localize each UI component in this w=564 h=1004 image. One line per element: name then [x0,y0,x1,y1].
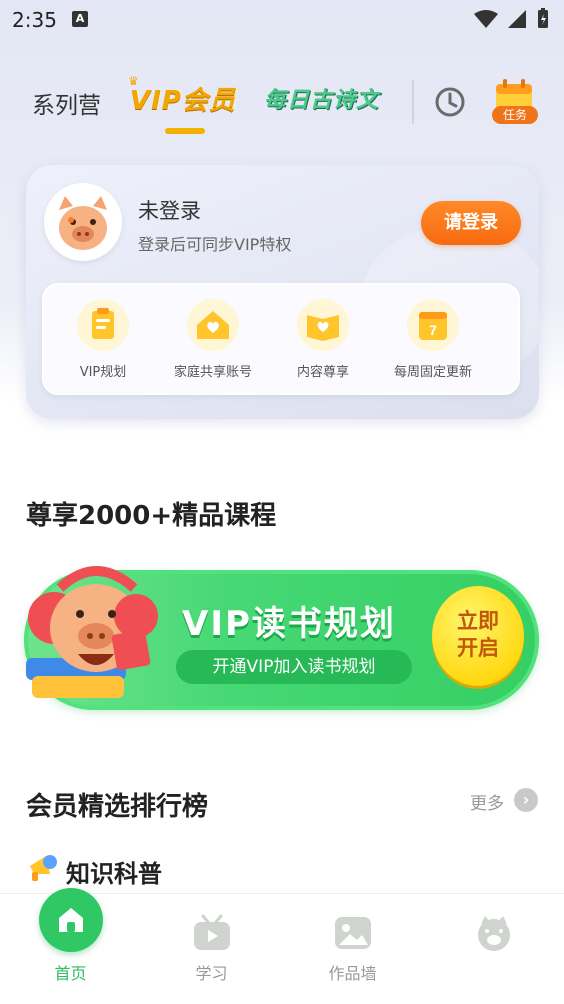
benefit-icon-bg: 7 [407,299,459,351]
house-heart-icon [197,311,229,339]
login-status-title: 未登录 [138,199,201,223]
header-divider [412,80,414,124]
benefit-label: VIP规划 [79,365,127,380]
nav-label: 作品墙 [328,964,377,983]
more-link[interactable]: 更多 › [470,788,542,814]
calendar-icon: 7 [419,312,447,340]
vip-benefits-panel: VIP规划 家庭共享账号 内容尊享 7 每周固定更新 [42,283,520,395]
nav-label: 首页 [54,964,87,983]
banner-open-now-button[interactable]: 立即 开启 [432,586,524,686]
ranking-section-title: 会员精选排行榜 [26,792,209,822]
benefit-label: 每周固定更新 [393,365,472,380]
book-heart-icon [307,315,339,341]
nav-home[interactable]: 首页 [0,888,141,1004]
history-clock-icon[interactable] [432,84,468,120]
benefit-weekly-update[interactable]: 7 每周固定更新 [378,299,488,389]
active-tab-indicator [165,128,205,134]
login-button[interactable]: 请登录 [421,201,521,245]
chevron-right-icon: › [514,788,538,812]
nav-works-wall[interactable]: 作品墙 [282,894,423,1004]
bottom-navigation: 首页 学习 作品墙 [0,888,564,1004]
tv-play-icon [194,914,230,950]
banner-subtitle: 开通VIP加入读书规划 [176,650,412,684]
notification-icon: A [72,11,88,27]
clipboard-icon [92,308,114,339]
pig-reading-mascot-icon [26,566,158,698]
home-icon [59,908,83,932]
benefit-icon-bg [297,299,349,351]
pig-avatar-icon [47,186,119,258]
tab-daily-poem[interactable]: 每日古诗文 [264,82,379,114]
tab-series-camp[interactable]: 系列营 [32,86,101,120]
banner-title: VIP读书规划 [182,604,396,644]
nav-profile[interactable] [423,894,564,1004]
cta-line-2: 开启 [457,636,499,660]
picture-icon [335,917,371,949]
benefit-label: 内容尊享 [296,365,349,380]
user-card: 未登录 登录后可同步VIP特权 请登录 VIP规划 家庭共享账号 内容尊享 7 … [26,165,539,419]
courses-section-title: 尊享2000+精品课程 [26,501,277,531]
avatar[interactable] [44,183,122,261]
nav-study[interactable]: 学习 [141,894,282,1004]
benefit-vip-plan[interactable]: VIP规划 [48,299,158,389]
benefit-family-share[interactable]: 家庭共享账号 [158,299,268,389]
cta-line-1: 立即 [457,609,499,633]
login-status-subtitle: 登录后可同步VIP特权 [138,235,292,254]
status-time: 2:35 [12,8,57,32]
signal-icon [508,10,526,28]
benefit-icon-bg [77,299,129,351]
header-tabs: 系列营 ♛ VIP会员 每日古诗文 任务 [0,70,564,136]
benefit-label: 家庭共享账号 [173,365,252,380]
category-title: 知识科普 [66,860,162,888]
wifi-icon [474,10,498,28]
megaphone-icon [30,855,57,881]
nav-label: 学习 [195,964,228,983]
category-header: 知识科普 [26,848,326,888]
benefit-icon-bg [187,299,239,351]
benefit-exclusive-content[interactable]: 内容尊享 [268,299,378,389]
pig-profile-icon [478,916,510,951]
system-status-icons [474,8,548,28]
task-badge[interactable]: 任务 [492,106,538,124]
svg-text:7: 7 [429,322,437,338]
status-bar: 2:35 A [0,0,564,40]
more-label: 更多 [470,794,504,814]
tab-vip-member[interactable]: VIP会员 [130,80,236,117]
home-active-bubble [39,888,103,952]
